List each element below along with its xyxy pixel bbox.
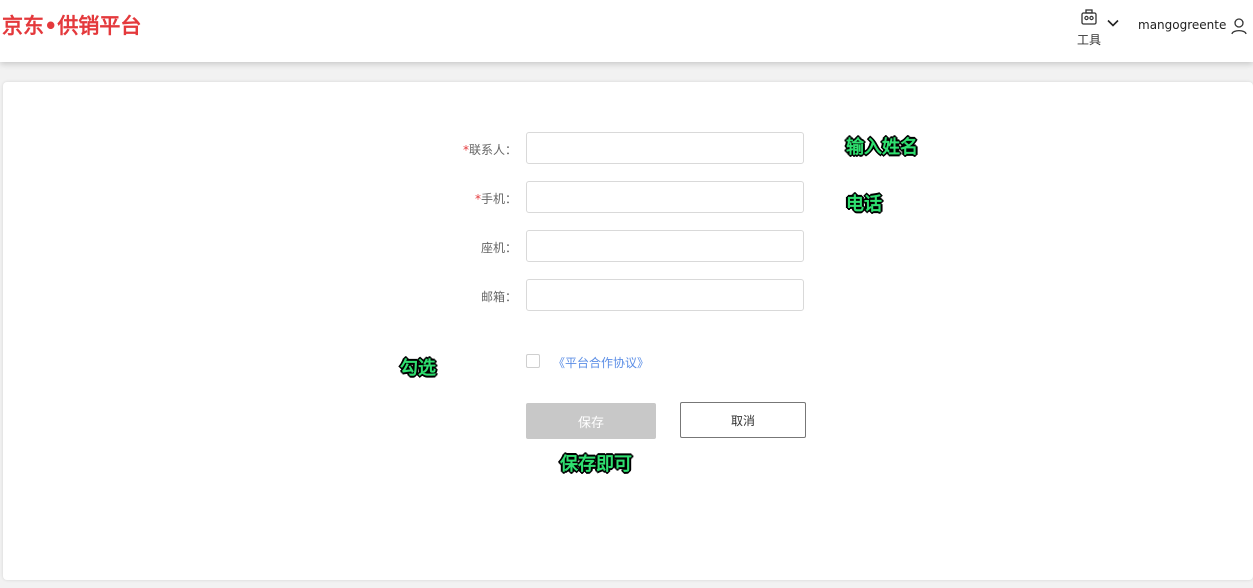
save-button[interactable]: 保存 [526, 403, 656, 439]
top-header: 京东•供销平台 工具 mangogreente [0, 0, 1253, 62]
landline-row: 座机： [0, 230, 1253, 264]
mobile-row: *手机： [0, 181, 1253, 215]
user-icon[interactable] [1230, 17, 1248, 35]
email-row: 邮箱： [0, 279, 1253, 313]
annotation-check-hint: 勾选 [400, 358, 436, 379]
username-label[interactable]: mangogreente [1138, 18, 1226, 32]
email-label: 邮箱： [480, 290, 517, 304]
contact-name-row: *联系人： [0, 132, 1253, 166]
tools-label: 工具 [1077, 33, 1102, 47]
agreement-link[interactable]: 《平台合作协议》 [553, 354, 649, 371]
landline-input[interactable] [526, 230, 804, 262]
mobile-label: *手机： [474, 192, 517, 206]
platform-logo[interactable]: 京东•供销平台 [2, 10, 141, 40]
contact-name-input[interactable] [526, 132, 804, 164]
email-input[interactable] [526, 279, 804, 311]
agreement-checkbox[interactable] [526, 354, 540, 368]
tools-menu[interactable]: 工具 [1075, 8, 1105, 48]
mobile-input[interactable] [526, 181, 804, 213]
annotation-save-hint: 保存即可 [560, 454, 632, 475]
cancel-button[interactable]: 取消 [680, 402, 806, 438]
toolbox-icon [1081, 9, 1097, 25]
chevron-down-icon[interactable] [1106, 16, 1120, 30]
contact-name-label: *联系人： [462, 143, 517, 157]
annotation-phone-hint: 电话 [846, 194, 882, 215]
landline-label: 座机： [480, 241, 517, 255]
annotation-name-hint: 输入姓名 [846, 137, 918, 158]
